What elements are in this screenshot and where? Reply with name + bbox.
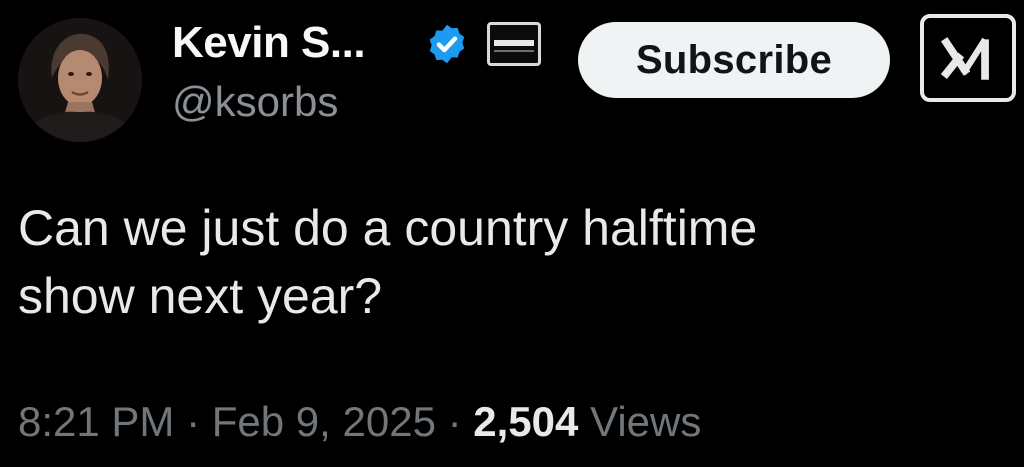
meta-separator: · <box>186 398 201 445</box>
tweet-meta: 8:21 PM · Feb 9, 2025 · 2,504 Views <box>18 398 701 446</box>
tweet-text-line: Can we just do a country halftime <box>18 200 758 256</box>
affiliation-badge-icon[interactable] <box>487 22 541 66</box>
grok-icon <box>940 37 989 80</box>
tweet-card: Kevin S... @ksorbs Subscribe Can we just… <box>0 0 1024 467</box>
subscribe-button[interactable]: Subscribe <box>578 22 890 98</box>
display-name[interactable]: Kevin S... <box>172 18 366 68</box>
avatar-photo <box>18 18 142 142</box>
grok-button[interactable] <box>920 14 1016 102</box>
user-handle[interactable]: @ksorbs <box>172 78 338 126</box>
avatar[interactable] <box>18 18 142 142</box>
tweet-date[interactable]: Feb 9, 2025 <box>212 398 436 445</box>
meta-separator: · <box>447 398 462 445</box>
tweet-text: Can we just do a country halftime show n… <box>18 194 1008 330</box>
views-count: 2,504 <box>473 398 579 445</box>
views-label: Views <box>590 398 702 445</box>
tweet-text-line: show next year? <box>18 268 383 324</box>
verified-badge-icon <box>429 24 465 64</box>
tweet-time[interactable]: 8:21 PM <box>18 398 174 445</box>
